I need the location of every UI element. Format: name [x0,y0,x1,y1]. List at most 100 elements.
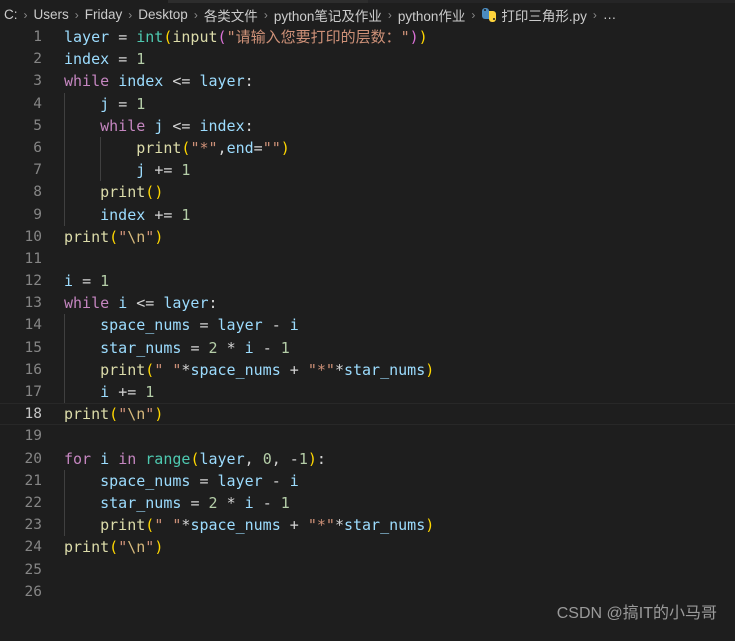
code-line[interactable]: 22 star_nums = 2 * i - 1 [0,491,735,515]
code-token: layer [217,316,263,335]
code-token: "请输入您要打印的层数：" [226,28,410,46]
code-token: ( [109,405,119,424]
code-token: i [100,449,110,468]
code-line[interactable]: 25 [0,559,735,581]
breadcrumb-item[interactable]: 打印三角形.py [500,5,588,25]
code-line[interactable]: 19 [0,425,735,447]
code-line[interactable]: 11 [0,248,735,270]
code-token: space_nums [100,316,191,335]
code-line[interactable]: 2 index = 1 [0,48,735,70]
code-line[interactable]: 8 print() [0,181,735,204]
code-token: range [145,449,191,468]
code-token: \n [127,405,146,424]
code-line[interactable]: 14 space_nums = layer - i [0,314,735,337]
code-token: 1 [145,383,155,401]
code-line[interactable]: 12 i = 1 [0,270,735,292]
code-line[interactable]: 1 layer = int(input("请输入您要打印的层数：")) [0,26,735,48]
breadcrumb-separator-icon: › [387,7,392,22]
code-line-content: while j <= index: [64,115,254,137]
code-token: - [289,449,299,468]
breadcrumb[interactable]: C: › Users › Friday › Desktop › 各类文件 › python笔记及作业… [0,3,735,26]
code-token: = [118,94,128,113]
line-number: 19 [24,428,42,445]
code-token: "*" [307,360,335,379]
code-token: ) [409,28,419,46]
code-line[interactable]: 3 while index <= layer: [0,70,735,92]
code-token: layer [199,449,245,468]
code-line[interactable]: 13 while i <= layer: [0,292,735,314]
code-editor[interactable]: 1 layer = int(input("请输入您要打印的层数：")) 2 index… [0,26,735,641]
code-line[interactable]: 16 print(" "*space_nums + "*"*star_nums) [0,358,735,381]
breadcrumb-item[interactable]: … [602,7,618,22]
code-line[interactable]: 5 while j <= index: [0,114,735,137]
code-token: \n [127,538,146,557]
code-token: 1 [100,272,110,291]
code-line[interactable]: 4 j = 1 [0,92,735,115]
breadcrumb-item[interactable]: Users [33,7,70,22]
code-line[interactable]: 17 i += 1 [0,381,735,404]
code-token: ( [145,516,155,535]
code-token: print [64,405,110,424]
code-token: , [271,449,281,468]
code-token: ( [109,538,119,557]
code-line[interactable]: 21 space_nums = layer - i [0,469,735,492]
code-line-content: index = 1 [64,48,145,70]
line-number: 26 [24,583,42,600]
breadcrumb-separator-icon: › [263,7,268,22]
code-line[interactable]: 20 for i in range(layer, 0, -1): [0,448,735,470]
code-token: 2 [208,493,218,512]
code-token: " [145,538,155,557]
code-line[interactable]: 7 j += 1 [0,159,735,182]
code-token: 1 [298,449,308,468]
code-token: " " [154,516,182,535]
code-token: 0 [262,449,272,468]
code-line-content: j = 1 [64,93,145,115]
line-number: 25 [24,561,42,578]
code-line[interactable]: 24 print("\n") [0,536,735,558]
line-number: 15 [24,339,42,356]
code-line[interactable]: 10 print("\n") [0,226,735,248]
code-token: j [136,161,146,180]
breadcrumb-item[interactable]: python笔记及作业 [273,5,383,25]
breadcrumb-item[interactable]: Friday [84,7,124,22]
code-token: for [64,449,92,468]
line-number: 7 [33,162,42,179]
code-line-content: print("\n") [64,536,163,558]
code-token: in [118,449,137,468]
code-token: 1 [280,338,290,357]
code-token: print [136,138,182,157]
code-token: ) [307,449,317,468]
line-number: 2 [33,51,42,68]
code-token: <= [172,72,191,91]
code-token: index [100,205,146,224]
code-token: layer [163,294,209,313]
code-line[interactable]: 6 print("*",end="") [0,136,735,160]
breadcrumb-item[interactable]: python作业 [397,5,467,25]
code-line[interactable]: 15 star_nums = 2 * i - 1 [0,336,735,359]
breadcrumb-item[interactable]: 各类文件 [203,5,259,25]
code-line[interactable]: 23 print(" "*space_nums + "*"*star_nums) [0,514,735,537]
line-number: 9 [33,206,42,223]
breadcrumb-item[interactable]: Desktop [137,7,189,22]
code-line[interactable]: 18 print("\n") [0,403,735,426]
code-line-content: while index <= layer: [64,70,254,92]
breadcrumb-item[interactable]: C: [3,7,19,22]
code-line[interactable]: 9 index += 1 [0,203,735,226]
